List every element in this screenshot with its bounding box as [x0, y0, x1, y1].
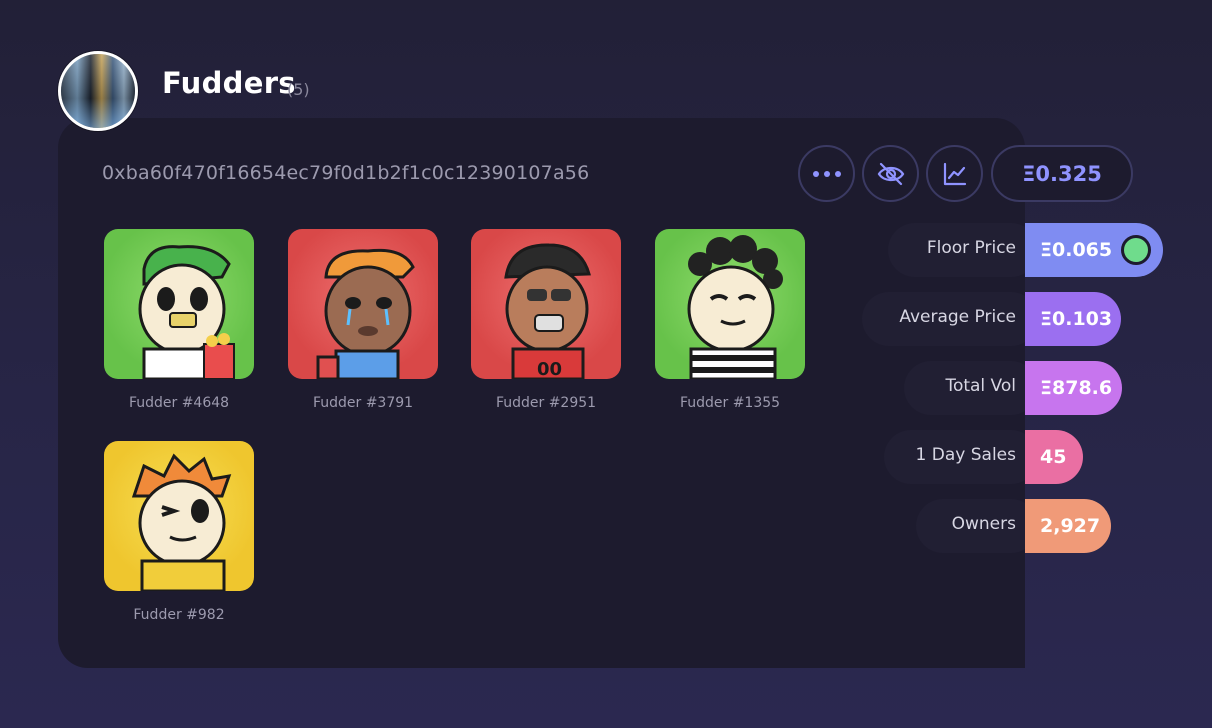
stat-1-day-sales-value: 45: [1025, 430, 1083, 484]
nft-image: [104, 441, 254, 591]
nft-card[interactable]: Fudder #982: [104, 441, 254, 623]
nft-label: Fudder #3791: [312, 395, 414, 411]
eye-off-icon: [877, 162, 904, 185]
nft-image: [288, 229, 438, 379]
hide-button[interactable]: [862, 145, 919, 202]
stat-label: Floor Price: [926, 238, 1016, 258]
nft-card[interactable]: 00 Fudder #2951: [471, 229, 621, 411]
floor-price-toggle[interactable]: [1121, 235, 1151, 265]
nft-label: Fudder #2951: [495, 395, 597, 411]
stat-label: 1 Day Sales: [915, 445, 1016, 465]
stat-total-vol: Total Vol: [904, 361, 1038, 415]
stat-total-vol-value: Ξ878.6: [1025, 361, 1122, 415]
stat-owners: Owners: [916, 499, 1038, 553]
collection-avatar[interactable]: [58, 51, 138, 131]
nft-label: Fudder #1355: [679, 395, 781, 411]
nft-image: [104, 229, 254, 379]
more-options-button[interactable]: [798, 145, 855, 202]
nft-card[interactable]: Fudder #4648: [104, 229, 254, 411]
stat-label: Total Vol: [945, 376, 1016, 396]
stat-owners-value: 2,927: [1025, 499, 1111, 553]
stat-average-price: Average Price: [862, 292, 1038, 346]
nft-card[interactable]: Fudder #3791: [288, 229, 438, 411]
stat-1-day-sales: 1 Day Sales: [884, 430, 1038, 484]
collection-title: Fudders: [162, 66, 296, 100]
more-icon: [812, 170, 841, 177]
nft-label: Fudder #982: [133, 607, 225, 623]
stat-label: Average Price: [899, 307, 1016, 327]
stat-label: Owners: [951, 514, 1016, 534]
collection-count: (5): [287, 80, 310, 99]
contract-address[interactable]: 0xba60f470f16654ec79f0d1b2f1c0c12390107a…: [102, 162, 589, 184]
nft-card[interactable]: Fudder #1355: [655, 229, 805, 411]
line-chart-icon: [943, 162, 966, 185]
svg-text:00: 00: [537, 359, 562, 379]
nft-image: 00: [471, 229, 621, 379]
stat-average-price-value: Ξ0.103: [1025, 292, 1121, 346]
nft-label: Fudder #4648: [128, 395, 230, 411]
stat-floor-price: Floor Price: [888, 223, 1038, 277]
nft-image: [655, 229, 805, 379]
chart-button[interactable]: [926, 145, 983, 202]
collection-value-button[interactable]: Ξ0.325: [991, 145, 1133, 202]
